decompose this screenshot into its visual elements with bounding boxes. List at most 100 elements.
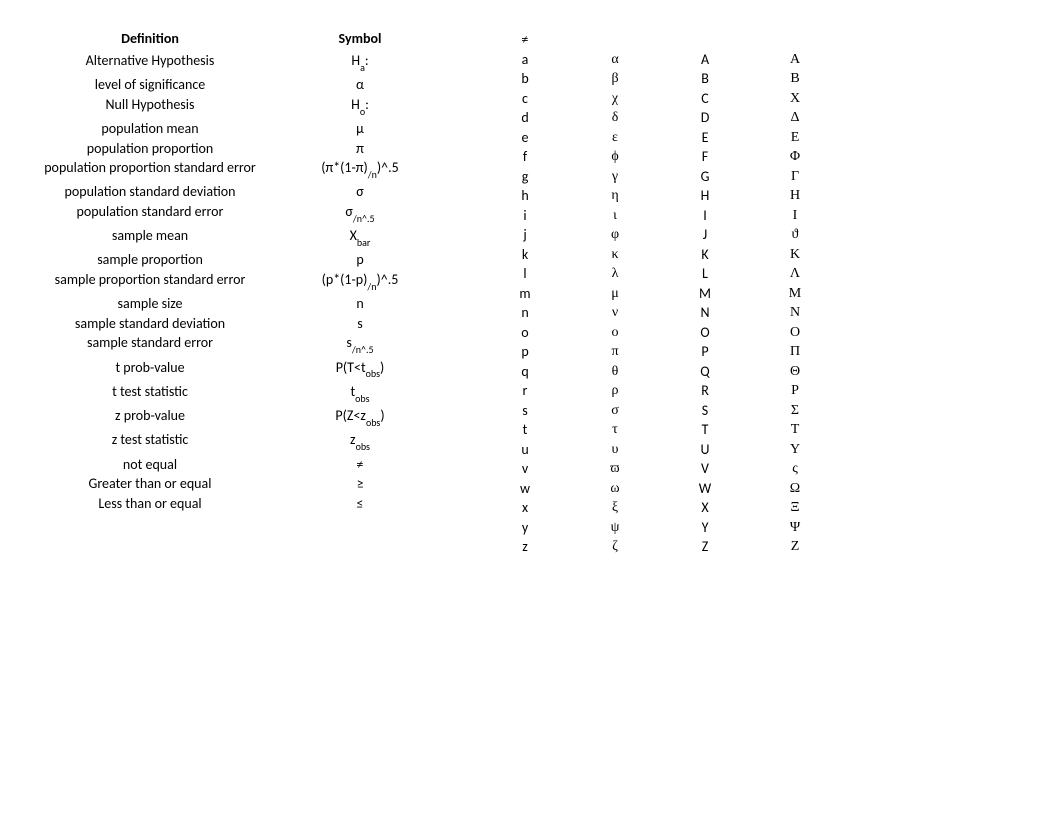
- greek-cell: J: [660, 225, 750, 245]
- greek-cell: N: [660, 303, 750, 323]
- definition-cell: sample size: [20, 294, 280, 314]
- greek-cell: Φ: [750, 147, 840, 167]
- symbol-cell: P(Z<zobs): [280, 406, 440, 430]
- greek-cell: Ω: [750, 479, 840, 499]
- greek-cell: q: [480, 362, 570, 382]
- greek-cell: z: [480, 537, 570, 557]
- definition-row: sample proportionp: [20, 250, 440, 270]
- definition-row: Less than or equal≤: [20, 494, 440, 514]
- greek-cell: Θ: [750, 362, 840, 382]
- greek-cell: ϖ: [570, 459, 660, 479]
- greek-cell: C: [660, 89, 750, 109]
- symbol-cell: ≠: [280, 455, 440, 475]
- definition-cell: t test statistic: [20, 382, 280, 406]
- greek-cell: π: [570, 342, 660, 362]
- greek-cell: ρ: [570, 381, 660, 401]
- greek-cell: k: [480, 245, 570, 265]
- symbol-cell: Ha:: [280, 51, 440, 75]
- greek-cell: ζ: [570, 537, 660, 557]
- symbol-cell: ≥: [280, 474, 440, 494]
- greek-cell: G: [660, 167, 750, 187]
- greek-cell: r: [480, 381, 570, 401]
- greek-cell: Υ: [750, 440, 840, 460]
- greek-cell: Ζ: [750, 537, 840, 557]
- greek-cell: U: [660, 440, 750, 460]
- greek-cell: v: [480, 459, 570, 479]
- definition-row: Null HypothesisHo:: [20, 95, 440, 119]
- greek-cell: m: [480, 284, 570, 304]
- definition-row: z prob-valueP(Z<zobs): [20, 406, 440, 430]
- definition-row: population standard deviationσ: [20, 182, 440, 202]
- definition-row: population proportionπ: [20, 139, 440, 159]
- symbol-cell: ≤: [280, 494, 440, 514]
- definition-row: population proportion standard error(π*(…: [20, 158, 440, 182]
- greek-cell: Δ: [750, 108, 840, 128]
- greek-cell: d: [480, 108, 570, 128]
- greek-cell: ξ: [570, 498, 660, 518]
- greek-cell: Λ: [750, 264, 840, 284]
- definition-cell: population standard deviation: [20, 182, 280, 202]
- definition-row: z test statisticzobs: [20, 430, 440, 454]
- greek-cell: ψ: [570, 518, 660, 538]
- greek-cell: f: [480, 147, 570, 167]
- definition-row: sample standard deviations: [20, 314, 440, 334]
- greek-cell: X: [660, 498, 750, 518]
- greek-cell: λ: [570, 264, 660, 284]
- greek-cell: P: [660, 342, 750, 362]
- greek-upper-col: ΑΒΧΔΕΦΓΗΙϑΚΛΜΝΟΠΘΡΣΤΥςΩΞΨΖ: [750, 30, 840, 557]
- greek-cell: h: [480, 186, 570, 206]
- greek-cell: K: [660, 245, 750, 265]
- greek-cell: κ: [570, 245, 660, 265]
- greek-cell: Β: [750, 69, 840, 89]
- symbol-cell: n: [280, 294, 440, 314]
- greek-cell: υ: [570, 440, 660, 460]
- greek-cell: δ: [570, 108, 660, 128]
- greek-cell: χ: [570, 89, 660, 109]
- definition-cell: population proportion: [20, 139, 280, 159]
- greek-cell: Γ: [750, 167, 840, 187]
- definition-cell: Null Hypothesis: [20, 95, 280, 119]
- greek-cell: Q: [660, 362, 750, 382]
- definition-cell: t prob-value: [20, 358, 280, 382]
- latin-lower-col: ≠abcdefghijklmnopqrstuvwxyz: [480, 30, 570, 557]
- greek-cell: Ξ: [750, 498, 840, 518]
- greek-cell: Z: [660, 537, 750, 557]
- greek-cell: u: [480, 440, 570, 460]
- greek-cell: γ: [570, 167, 660, 187]
- latin-upper-col: ABCDEFGHIJKLMNOPQRSTUVWXYZ: [660, 30, 750, 557]
- symbol-cell: Xbar: [280, 226, 440, 250]
- greek-cell: A: [660, 50, 750, 70]
- definition-cell: population standard error: [20, 202, 280, 226]
- greek-cell: o: [480, 323, 570, 343]
- definition-cell: Less than or equal: [20, 494, 280, 514]
- definition-cell: Greater than or equal: [20, 474, 280, 494]
- symbol-cell: (p*(1-p)/n)^.5: [280, 270, 440, 294]
- definition-row: sample sizen: [20, 294, 440, 314]
- greek-cell: Ι: [750, 206, 840, 226]
- symbol-cell: α: [280, 75, 440, 95]
- definition-cell: sample proportion: [20, 250, 280, 270]
- greek-cell: Τ: [750, 420, 840, 440]
- definition-cell: not equal: [20, 455, 280, 475]
- greek-cell: ϑ: [750, 225, 840, 245]
- greek-cell: D: [660, 108, 750, 128]
- symbol-cell: s: [280, 314, 440, 334]
- greek-cell: θ: [570, 362, 660, 382]
- greek-cell: t: [480, 420, 570, 440]
- definition-cell: Alternative Hypothesis: [20, 51, 280, 75]
- greek-cell: s: [480, 401, 570, 421]
- definition-row: Greater than or equal≥: [20, 474, 440, 494]
- greek-cell: Ψ: [750, 518, 840, 538]
- greek-cell: ε: [570, 128, 660, 148]
- greek-cell: ≠: [480, 30, 570, 50]
- definition-cell: sample standard error: [20, 333, 280, 357]
- greek-alphabet-block: ≠abcdefghijklmnopqrstuvwxyz αβχδεϕγηιφκλ…: [480, 30, 840, 557]
- symbol-cell: σ: [280, 182, 440, 202]
- greek-cell: l: [480, 264, 570, 284]
- symbol-cell: μ: [280, 119, 440, 139]
- greek-cell: φ: [570, 225, 660, 245]
- definition-table: Definition Symbol Alternative Hypothesis…: [20, 30, 440, 513]
- greek-cell: L: [660, 264, 750, 284]
- definition-cell: z test statistic: [20, 430, 280, 454]
- definition-row: t test statistictobs: [20, 382, 440, 406]
